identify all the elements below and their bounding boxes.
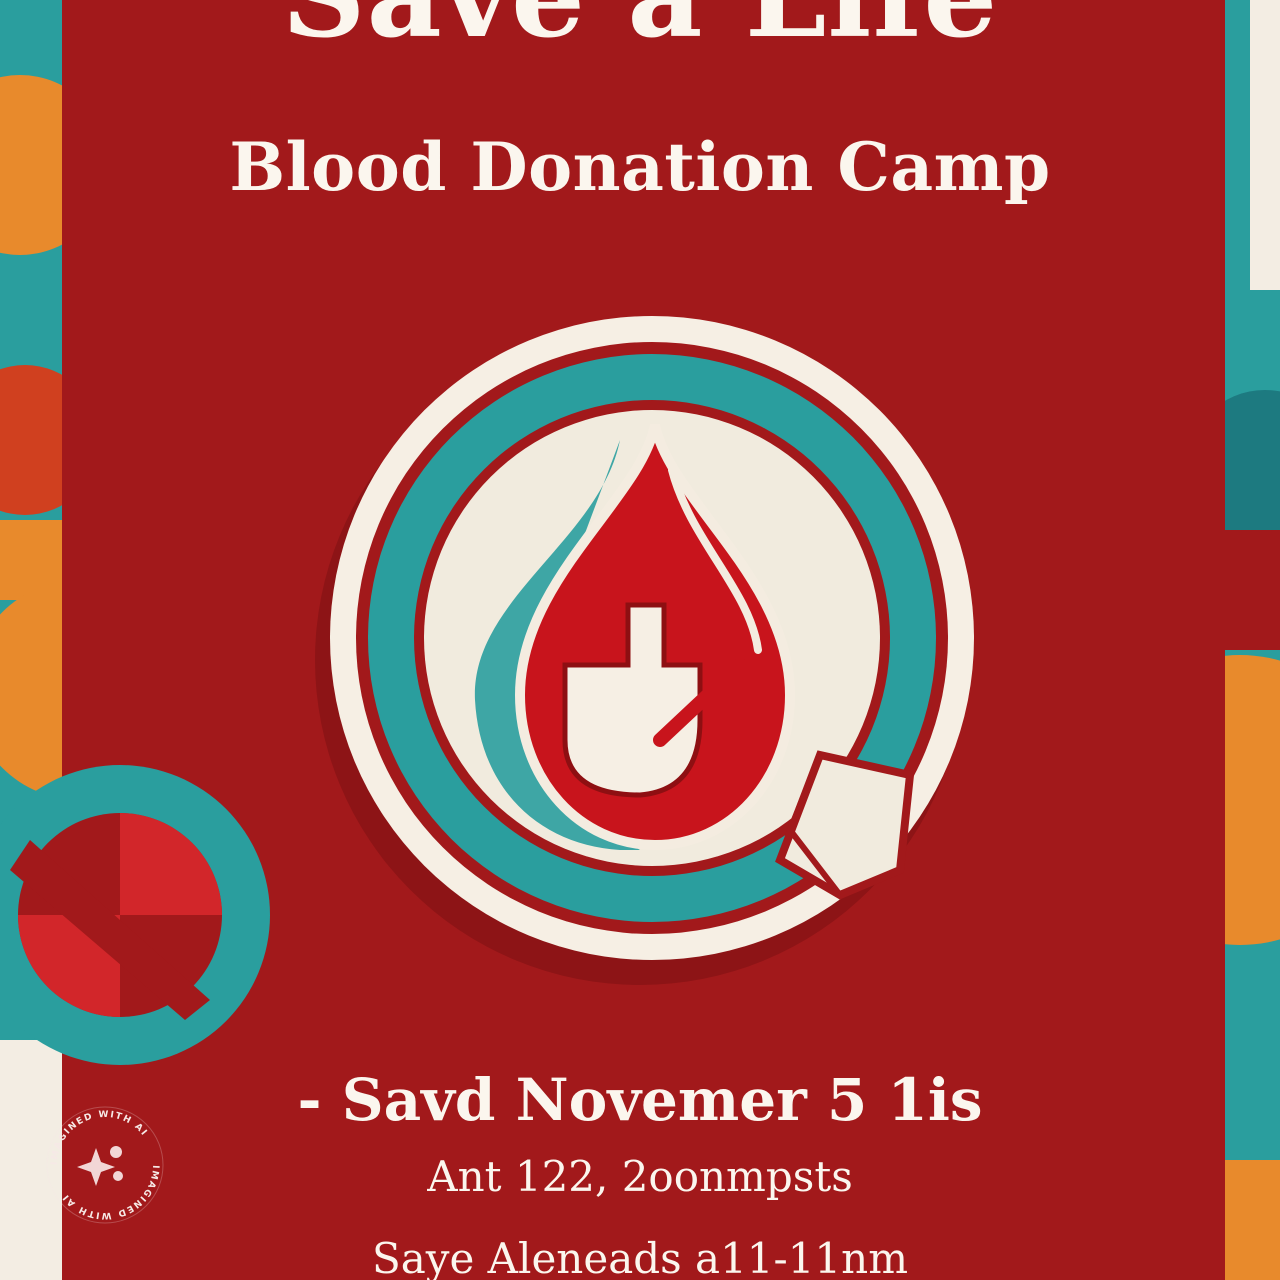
svg-text:IMAGINED WITH AI: IMAGINED WITH AI — [61, 1165, 160, 1220]
detail-line: Ant 122, 2oonmpsts — [427, 1152, 853, 1201]
footer-line: Saye Aleneads a11-11nm — [371, 1234, 909, 1280]
poster-title: Save a Life — [0, 0, 1280, 64]
poster: Save a Life Blood Donation Camp - Savd N… — [0, 0, 1280, 1280]
date-line: - Savd Novemer 5 1is — [297, 1066, 983, 1134]
poster-subtitle: Blood Donation Camp — [229, 128, 1051, 206]
watermark-text: IMAGINED WITH AI — [50, 1110, 149, 1165]
ai-watermark-badge: IMAGINED WITH AI IMAGINED WITH AI — [46, 1106, 164, 1224]
sparkle-icon — [77, 1146, 123, 1186]
